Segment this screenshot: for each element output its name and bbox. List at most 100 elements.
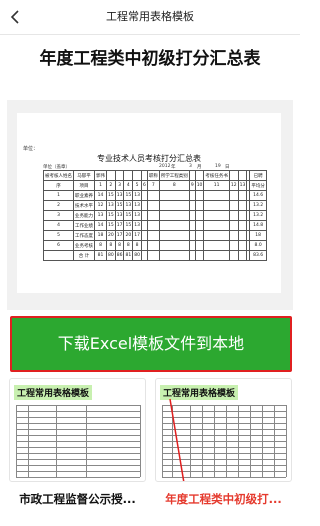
table-cell (106, 170, 116, 181)
table-cell: 5 (132, 180, 142, 191)
table-cell: 8 (123, 240, 134, 251)
table-cell (146, 220, 160, 231)
table-cell: 3 (43, 210, 74, 221)
template-card-label: 年度工程类中初级打... (165, 492, 282, 506)
table-cell: 已聘 (249, 170, 267, 181)
table-cell (194, 200, 205, 211)
table-cell (203, 240, 230, 251)
table-cell (194, 240, 205, 251)
table-cell (158, 220, 190, 231)
template-thumbnail: 工程常用表格模板 (155, 378, 292, 482)
template-card-2[interactable]: 工程常用表格模板 年度工程类中初级打... (155, 378, 292, 507)
download-excel-button[interactable]: 下载Excel模板文件到本地 (10, 316, 292, 372)
table-cell: 10 (194, 180, 205, 191)
table-cell: 平均分 (249, 180, 267, 191)
table-cell: 20 (106, 230, 116, 241)
grid-line (16, 405, 17, 477)
table-cell: 13.2 (249, 200, 267, 211)
table-cell: 1 (43, 190, 74, 201)
table-cell (237, 200, 248, 211)
grid-line (16, 471, 140, 472)
thumbnail-table (16, 405, 141, 478)
table-cell: 2 (43, 200, 74, 211)
table-cell: 18 (249, 230, 267, 241)
table-cell (146, 240, 160, 251)
table-cell (158, 210, 190, 221)
table-cell: 2 (106, 180, 116, 191)
table-cell: 80 (106, 250, 116, 261)
table-cell (228, 240, 239, 251)
nav-title: 工程常用表格模板 (106, 10, 194, 23)
table-cell: 14 (94, 190, 107, 201)
table-cell: 13 (237, 180, 248, 191)
template-preview[interactable]: 单位： 专业技术人员考核打分汇总表 单位（盖章） 2012 年 3 月 19 日… (7, 100, 293, 310)
table-cell: 13 (114, 210, 125, 221)
score-table: 被考核人姓名 马郁平 郭伟 职称 所学工程类别 考核任务书 已聘序项目 1 2 3 4 5 6 7 8 9 10… (43, 170, 267, 261)
grid-line (16, 465, 140, 466)
table-cell (237, 220, 248, 231)
table-cell: 15 (123, 210, 134, 221)
table-cell (158, 230, 190, 241)
grid-line (140, 405, 141, 477)
table-cell (146, 200, 160, 211)
table-cell (228, 230, 239, 241)
table-row: 6 业务考核 8 8 8 8 8 8.0 (43, 240, 267, 251)
template-card-1[interactable]: 工程常用表格模板 市政工程监督公示授... (9, 378, 146, 507)
table-cell: 所学工程类别 (158, 170, 190, 181)
table-cell: 8 (158, 180, 190, 191)
table-cell: 1 (94, 180, 107, 191)
table-cell: 13 (106, 200, 116, 211)
table-row: 3 业务能力 13 15 13 15 13 13.2 (43, 210, 267, 221)
table-row: 被考核人姓名 马郁平 郭伟 职称 所学工程类别 考核任务书 已聘 (43, 170, 267, 181)
table-cell: 13.2 (249, 210, 267, 221)
table-cell (203, 220, 230, 231)
table-cell (203, 190, 230, 201)
table-cell (123, 170, 134, 181)
table-cell: 技术水平 (73, 200, 95, 211)
table-row: 1 职业素养 14 15 13 15 13 14.6 (43, 190, 267, 201)
table-cell (237, 230, 248, 241)
table-cell: 17 (132, 230, 142, 241)
grid-line (16, 429, 140, 430)
table-cell (203, 250, 230, 261)
table-cell (228, 220, 239, 231)
table-row: 5 工作态度 18 20 17 20 17 18 (43, 230, 267, 241)
table-cell (146, 250, 160, 261)
table-cell: 13 (132, 220, 142, 231)
table-cell (194, 220, 205, 231)
table-cell (132, 170, 142, 181)
table-cell: 8 (94, 240, 107, 251)
table-cell: 15 (123, 190, 134, 201)
table-cell: 4 (43, 220, 74, 231)
table-cell: 15 (114, 200, 125, 211)
table-cell (237, 240, 248, 251)
table-cell: 职称 (146, 170, 160, 181)
table-cell: 14.6 (249, 190, 267, 201)
table-cell (228, 200, 239, 211)
table-cell (114, 170, 125, 181)
table-cell (194, 190, 205, 201)
template-badge: 工程常用表格模板 (14, 385, 93, 400)
table-cell: 项目 (73, 180, 95, 191)
table-cell (228, 250, 239, 261)
table-cell: 业务能力 (73, 210, 95, 221)
template-card-label: 市政工程监督公示授... (19, 492, 136, 506)
grid-line (16, 447, 140, 448)
table-cell: 86 (114, 250, 125, 261)
table-cell: 序 (43, 180, 74, 191)
table-cell: 被考核人姓名 (43, 170, 74, 181)
table-cell: 考核任务书 (203, 170, 230, 181)
table-cell (237, 190, 248, 201)
table-cell (146, 210, 160, 221)
table-cell: 14 (94, 220, 107, 231)
table-row: 序项目 1 2 3 4 5 6 7 8 9 10 11 12 13 平均分 (43, 180, 267, 191)
table-cell: 13 (132, 190, 142, 201)
table-cell: 5 (43, 230, 74, 241)
table-cell (194, 210, 205, 221)
table-cell: 6 (43, 240, 74, 251)
table-cell (237, 250, 248, 261)
table-cell (158, 240, 190, 251)
table-cell: 11 (203, 180, 230, 191)
table-cell: 15 (123, 220, 134, 231)
table-cell (158, 190, 190, 201)
